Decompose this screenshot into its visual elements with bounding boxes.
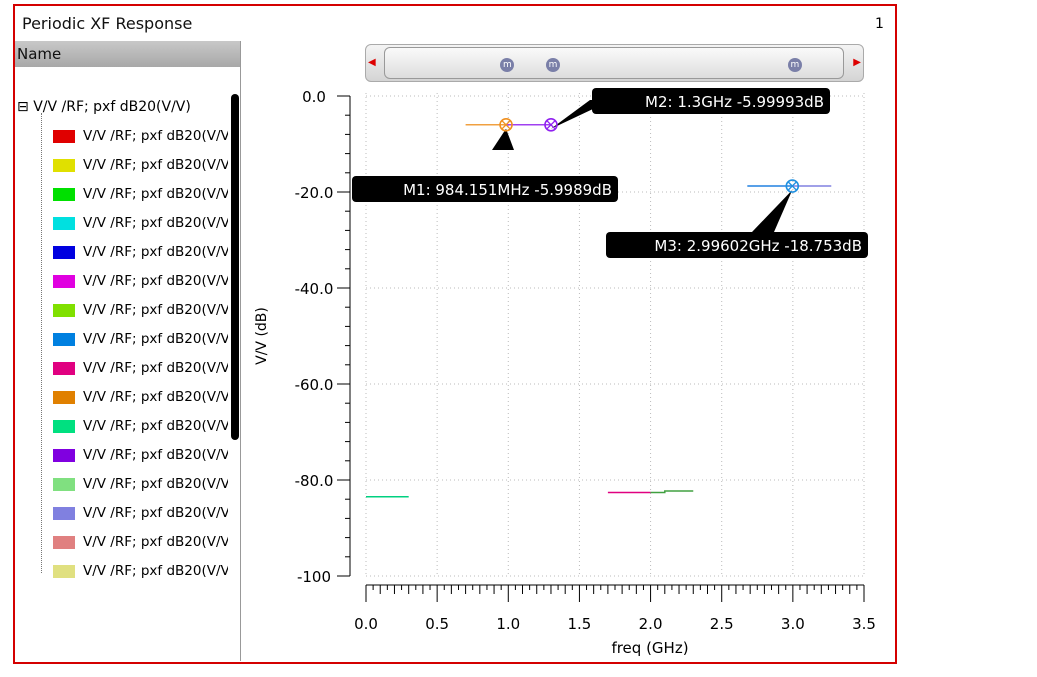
plot-area[interactable]: 0.0 -20.0 -40.0 -60.0 -80.0 -100 V/V (dB) 0.0 0.…: [0, 0, 1037, 677]
y-tick-label: -100: [297, 568, 331, 586]
marker-label: M3: 2.99602GHz -18.753dB: [654, 237, 862, 255]
y-tick-label: -60.0: [295, 376, 334, 394]
marker-pointer: [752, 190, 793, 232]
x-tick-label: 1.5: [567, 615, 591, 633]
y-tick-label: 0.0: [302, 88, 326, 106]
x-tick-label: 1.0: [496, 615, 520, 633]
marker-pointer: [492, 128, 514, 150]
y-tick-label: -80.0: [295, 472, 334, 490]
marker-label: M1: 984.151MHz -5.9989dB: [403, 181, 612, 199]
trace-green: [650, 490, 694, 494]
x-tick-label: 2.5: [710, 615, 734, 633]
x-tick-label: 3.0: [781, 615, 805, 633]
x-tick-label: 0.0: [354, 615, 378, 633]
x-tick-label: 3.5: [852, 615, 876, 633]
y-tick-label: -40.0: [295, 280, 334, 298]
marker-label: M2: 1.3GHz -5.99993dB: [645, 93, 824, 111]
y-tick-label: -20.0: [295, 184, 334, 202]
x-tick-label: 0.5: [425, 615, 449, 633]
y-axis-label: V/V (dB): [254, 307, 270, 365]
x-tick-label: 2.0: [639, 615, 663, 633]
x-axis-label: freq (GHz): [611, 639, 688, 657]
